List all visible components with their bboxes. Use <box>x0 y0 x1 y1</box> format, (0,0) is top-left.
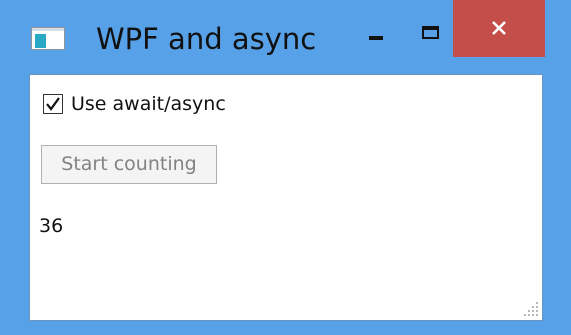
resize-grip-icon[interactable] <box>524 302 540 318</box>
app-window-icon[interactable] <box>31 27 65 50</box>
close-button[interactable] <box>453 0 545 57</box>
window-content: Use await/async Start counting 36 <box>29 74 543 321</box>
use-async-checkbox[interactable] <box>43 94 63 114</box>
close-icon <box>492 21 506 35</box>
window-title: WPF and async <box>96 22 317 56</box>
maximize-icon <box>422 26 439 39</box>
checkmark-icon <box>46 97 60 111</box>
minimize-icon <box>369 36 383 40</box>
minimize-button[interactable] <box>350 16 400 58</box>
use-async-checkbox-label[interactable]: Use await/async <box>71 93 226 115</box>
app-window: WPF and async Use await/async Start coun… <box>0 0 571 335</box>
use-async-checkbox-row[interactable]: Use await/async <box>43 91 226 117</box>
start-counting-button[interactable]: Start counting <box>41 145 217 184</box>
counter-value: 36 <box>39 215 64 237</box>
title-bar[interactable]: WPF and async <box>0 0 571 74</box>
maximize-button[interactable] <box>405 16 455 58</box>
